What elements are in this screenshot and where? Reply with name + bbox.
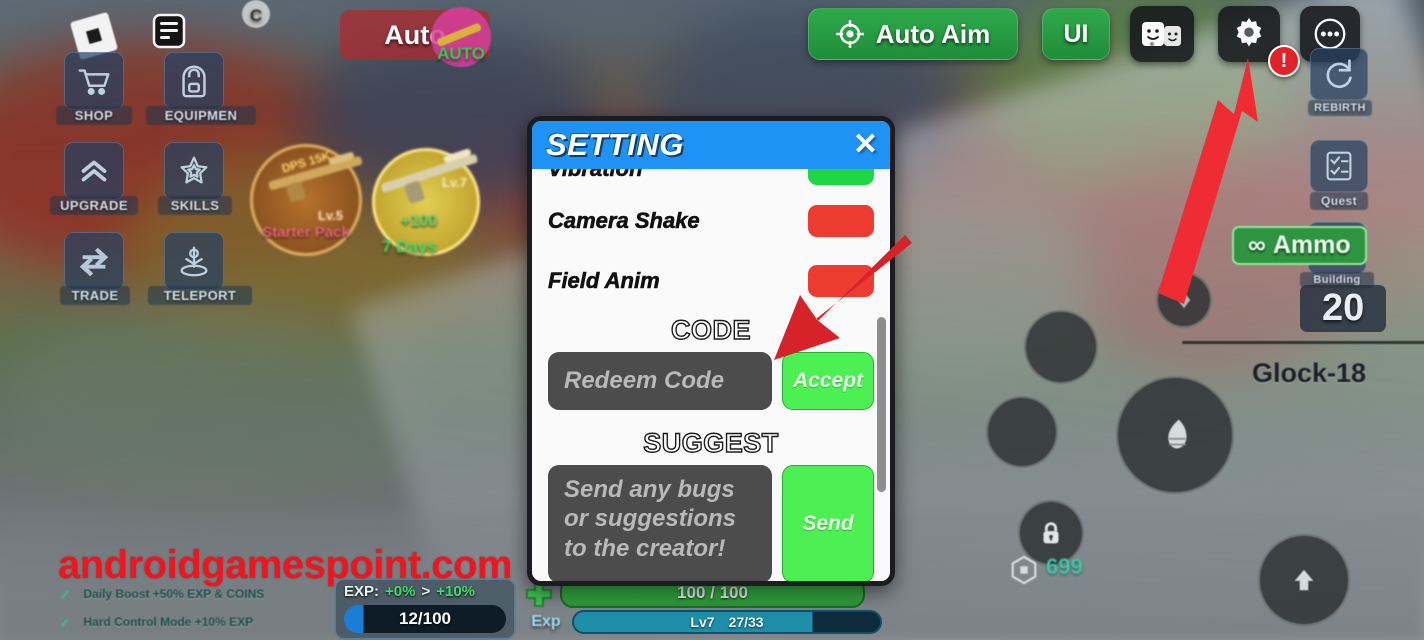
dialog-scrollbar-track[interactable] [877,169,886,581]
top-coin-icon: C [228,0,274,40]
exp-bar-value: 27/33 [728,614,764,630]
sidebar-item-label-rebirth: REBIRTH [1308,100,1372,116]
toggle-vibration[interactable] [808,169,874,185]
exp-level-bar: Lv7 27/33 [572,610,882,634]
swap-arrows-icon [79,247,109,277]
lock-icon [1043,522,1059,544]
watermark: androidgamespoint.com [58,543,513,587]
suggestion-input[interactable]: Send any bugs or suggestions to the crea… [548,465,772,581]
chevron-up-icon [81,160,107,182]
exp-bar-label: Exp [531,613,561,630]
sidebar-item-label-skills: SKILLS [158,196,232,215]
ammo-count: 20 [1300,285,1387,332]
page-title: SETTING [546,127,684,162]
sidebar-item-rebirth[interactable] [1310,48,1368,100]
weapon-name-label: Glock-18 [1252,358,1367,388]
dialog-scrollbar-thumb[interactable] [877,317,886,492]
svg-text:C: C [250,6,262,25]
setting-row-field-anim[interactable]: Field Anim [548,251,874,311]
sidebar-item-trade[interactable] [64,232,124,290]
crosshair-icon [835,20,864,48]
setting-dialog-header: SETTING ✕ [532,121,890,169]
sidebar-item-equipment[interactable] [164,52,224,110]
bullet-icon [1168,419,1187,449]
setting-row-camera-shake[interactable]: Camera Shake [548,191,874,251]
setting-row-vibration[interactable]: Vibration [548,169,874,191]
friends-icon [1142,22,1181,46]
weapon-divider [1182,341,1424,344]
sidebar-item-label-trade: TRADE [60,286,130,305]
auto-aim-label: Auto Aim [875,18,991,49]
setting-dialog: SETTING ✕ Vibration Camera Shake Field A… [527,116,895,586]
ammo-infinity-icon: ∞ [1248,231,1266,259]
boost-item-2: ✓ Hard Control Mode +10% EXP [60,615,254,629]
section-title-code: CODE [670,314,751,345]
code-redeem-row: Redeem Code Accept [548,352,874,410]
promo-seven-days-title: 7 Days [382,237,437,256]
close-icon[interactable]: ✕ [853,130,878,160]
ui-toggle-button[interactable]: UI [1042,8,1110,60]
section-title-suggest: SUGGEST [643,427,779,458]
fire-button[interactable] [1116,376,1234,494]
exp-bar-level: Lv7 [690,614,715,630]
check-icon: ✓ [60,587,71,601]
robux-icon [1008,554,1040,586]
toggle-camera-shake[interactable] [808,205,874,237]
teleport-icon [180,246,208,277]
sidebar-item-skills[interactable] [164,142,224,200]
auto-aim-button[interactable]: Auto Aim [808,8,1018,60]
health-value: 100 / 100 [677,583,748,602]
sidebar-item-label-teleport: TELEPORT [148,286,252,305]
aim-button[interactable] [1156,272,1212,328]
ui-toggle-label: UI [1063,19,1089,48]
auto-badge-icon[interactable]: AUTO [428,4,494,70]
exp-progress-bar: 12/100 [344,605,506,633]
sidebar-item-quest[interactable] [1310,140,1368,192]
send-button[interactable]: Send [782,465,874,581]
arrow-up-icon [1294,569,1314,591]
setting-dialog-body: Vibration Camera Shake Field Anim CODE R… [532,169,890,581]
action-button-small-2[interactable] [986,396,1058,468]
gear-icon [1236,17,1262,47]
setting-label-vibration: Vibration [548,169,643,182]
reload-button[interactable] [1150,42,1154,46]
star-burst-icon [180,156,208,184]
suggest-row: Send any bugs or suggestions to the crea… [548,465,874,581]
settings-alert-badge: ! [1268,45,1300,77]
accept-button[interactable]: Accept [782,352,874,410]
rebirth-icon [1326,59,1352,88]
backpack-icon [182,65,206,98]
jump-button[interactable] [1258,534,1350,626]
sidebar-item-upgrade[interactable] [64,142,124,200]
sidebar-item-label-equipment: EQUIPMEN [146,106,256,125]
svg-text:AUTO: AUTO [437,44,485,63]
chat-icon[interactable] [152,12,186,50]
friends-button[interactable] [1130,6,1194,62]
promo-starter-pack-weapon-icon [258,140,378,210]
exp-progress-value: 12/100 [399,609,451,628]
sidebar-item-label-shop: SHOP [56,106,132,125]
sidebar-item-label-upgrade: UPGRADE [50,196,138,215]
promo-title-label: Starter Pack [262,224,350,241]
ammo-word-label: Ammo [1272,231,1351,259]
sidebar-item-shop[interactable] [64,52,124,110]
promo-seven-days-weapon-icon [372,140,492,210]
setting-label-camera-shake: Camera Shake [548,208,700,234]
boost-item-1: ✓ Daily Boost +50% EXP & COINS [60,587,265,601]
checklist-icon [1326,151,1352,181]
check-icon: ✓ [60,615,71,629]
sidebar-item-label-quest: Quest [1310,192,1368,210]
cart-icon [78,69,110,95]
redeem-code-input[interactable]: Redeem Code [548,352,772,410]
toggle-field-anim[interactable] [808,265,874,297]
ammo-badge: ∞ Ammo [1232,226,1367,265]
robux-count-label: 699 [1046,554,1083,579]
setting-label-field-anim: Field Anim [548,268,660,294]
action-button-small-1[interactable] [1024,310,1098,384]
sidebar-item-teleport[interactable] [164,232,224,290]
game-screen: C SHOP EQUIPMEN UPGRADE SKILLS TRADE TEL… [0,0,1424,640]
